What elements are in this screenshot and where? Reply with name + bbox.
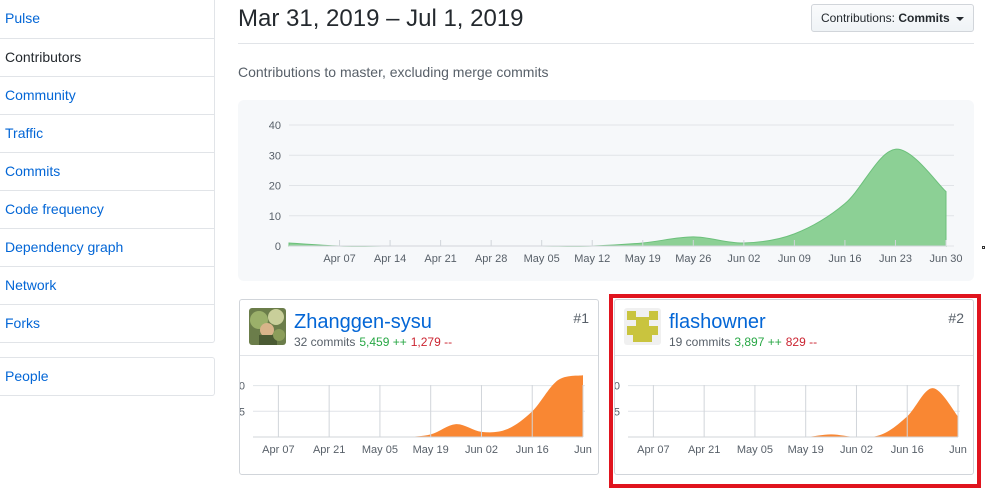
sidebar-item-people[interactable]: People (0, 358, 214, 396)
series-area (253, 375, 583, 438)
caret-down-icon (956, 16, 965, 21)
select-prefix: Contributions: (820, 11, 895, 25)
sidebar-item-contributors[interactable]: Contributors (0, 38, 214, 76)
y-tick-label: 10 (269, 211, 281, 223)
contributor-header: flashowner 19 commits 3,897 ++ 829 -- #2 (615, 300, 973, 356)
x-tick-label: Apr 14 (374, 253, 406, 265)
x-tick-label: May 12 (574, 253, 610, 265)
commits-link[interactable]: 32 commits (294, 335, 355, 349)
x-tick-label: Jun 16 (891, 444, 924, 456)
contributor-chart-svg: 5 10 Apr 07 Apr 21 May 05 May 19 Jun 02 Jun 16 J… (615, 381, 967, 456)
additions-count: 3,897 ++ (734, 335, 782, 349)
x-tick-label: May 05 (524, 253, 560, 265)
sidebar-item-commits[interactable]: Commits (0, 152, 214, 190)
x-tick-label: Jun (949, 444, 967, 456)
x-tick-label: Apr 21 (313, 444, 345, 456)
series-area (288, 148, 947, 247)
x-tick-label: May 19 (413, 444, 449, 456)
x-tick-label: Apr 07 (637, 444, 669, 456)
x-tick-label: Jun 09 (778, 253, 811, 265)
x-tick-label: May 19 (625, 253, 661, 265)
additions-count: 5,459 ++ (359, 335, 407, 349)
x-tick-label: Jun 30 (929, 253, 962, 265)
contributions-chart: 0 10 20 30 40 Apr 07 Apr 14 Apr 21 Apr 28 May 05 M… (238, 100, 974, 281)
sidebar-item-dependency-graph[interactable]: Dependency graph (0, 228, 214, 266)
x-tick-label: May 26 (675, 253, 711, 265)
sidebar-item-code-frequency[interactable]: Code frequency (0, 190, 214, 228)
contributor-rank: #2 (948, 310, 964, 326)
contributor-header: Zhanggen-sysu 32 commits 5,459 ++ 1,279 --… (240, 300, 598, 356)
contributions-select-button[interactable]: Contributions: Commits (811, 4, 974, 32)
sidebar-item-community[interactable]: Community (0, 76, 214, 114)
insights-menu: Pulse Contributors Community Traffic Com… (0, 0, 215, 343)
x-tick-label: Jun 02 (465, 444, 498, 456)
contributor-login-link[interactable]: Zhanggen-sysu (294, 311, 432, 334)
sidebar-item-pulse[interactable]: Pulse (0, 0, 214, 38)
x-tick-label: May 05 (362, 444, 398, 456)
commits-link[interactable]: 19 commits (669, 335, 730, 349)
y-tick-label: 40 (269, 120, 281, 132)
edge-marker (982, 246, 985, 249)
x-tick-label: Apr 21 (688, 444, 720, 456)
sidebar-item-traffic[interactable]: Traffic (0, 114, 214, 152)
contributor-login-link[interactable]: flashowner (669, 311, 766, 334)
date-range-title: Mar 31, 2019 – Jul 1, 2019 (238, 5, 524, 32)
deletions-count: 1,279 -- (410, 335, 453, 349)
chart-subtitle: Contributions to master, excluding merge… (238, 64, 549, 80)
contributor-stats: 19 commits 3,897 ++ 829 -- (669, 335, 817, 349)
x-tick-label: May 19 (788, 444, 824, 456)
y-tick-label: 5 (240, 406, 245, 418)
x-tick-label: Jun 23 (879, 253, 912, 265)
avatar[interactable] (249, 308, 286, 345)
y-tick-label: 20 (269, 181, 281, 193)
x-tick-label: Jun 16 (828, 253, 861, 265)
contributor-card: Zhanggen-sysu 32 commits 5,459 ++ 1,279 --… (239, 299, 599, 475)
sidebar-item-forks[interactable]: Forks (0, 304, 214, 342)
contributor-stats: 32 commits 5,459 ++ 1,279 -- (294, 335, 452, 349)
y-tick-label: 30 (269, 150, 281, 162)
identicon-icon (624, 308, 661, 345)
x-tick-label: Apr 28 (475, 253, 507, 265)
x-tick-label: Apr 07 (323, 253, 355, 265)
deletions-count: 829 -- (785, 335, 818, 349)
x-tick-label: Jun 02 (840, 444, 873, 456)
contributor-card: flashowner 19 commits 3,897 ++ 829 -- #2 5… (614, 299, 974, 475)
x-tick-label: Apr 07 (262, 444, 294, 456)
series-area (628, 388, 958, 438)
x-tick-label: Jun (574, 444, 592, 456)
y-tick-label: 10 (615, 381, 620, 393)
y-tick-label: 10 (240, 381, 245, 393)
people-menu: People (0, 357, 215, 396)
contributor-rank: #1 (573, 310, 589, 326)
x-tick-label: Jun 16 (516, 444, 549, 456)
sidebar-nav: Pulse Contributors Community Traffic Com… (0, 0, 215, 396)
header-divider (238, 43, 974, 44)
contributions-chart-svg: 0 10 20 30 40 Apr 07 Apr 14 Apr 21 Apr 28 May 05 M… (269, 120, 963, 265)
sidebar-item-network[interactable]: Network (0, 266, 214, 304)
y-tick-label: 5 (615, 406, 620, 418)
x-tick-label: Apr 21 (424, 253, 456, 265)
x-tick-label: May 05 (737, 444, 773, 456)
y-tick-label: 0 (275, 241, 281, 253)
avatar[interactable] (624, 308, 661, 345)
contributor-chart-svg: 5 10 Apr 07 Apr 21 May 05 May 19 Jun 02 Jun 16 J… (240, 375, 592, 456)
avatar-photo-icon (249, 308, 286, 345)
x-tick-label: Jun 02 (727, 253, 760, 265)
select-value: Commits (898, 11, 950, 25)
